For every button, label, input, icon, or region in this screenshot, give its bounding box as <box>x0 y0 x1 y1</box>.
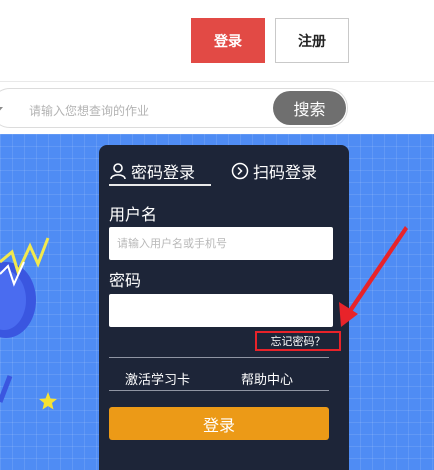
username-label: 用户名 <box>109 205 158 224</box>
login-panel: 密码登录 扫码登录 用户名 密码 忘记密码？ 激活学习卡 帮助中心 登录 <box>99 145 349 470</box>
submit-login-button[interactable]: 登录 <box>109 407 329 440</box>
activate-card-link[interactable]: 激活学习卡 <box>125 369 190 388</box>
active-tab-indicator <box>109 184 211 186</box>
user-icon <box>110 163 126 180</box>
search-bar <box>0 83 434 134</box>
search-input[interactable] <box>29 102 249 120</box>
divider-bottom <box>109 390 329 391</box>
password-label: 密码 <box>109 271 142 290</box>
tab-qr-label: 扫码登录 <box>253 163 318 182</box>
login-tabs: 密码登录 扫码登录 <box>109 155 339 187</box>
star-icon <box>39 392 57 410</box>
tab-password-label: 密码登录 <box>131 163 196 182</box>
tab-password-login[interactable]: 密码登录 <box>109 155 211 187</box>
top-header: 登录 注册 <box>0 0 434 82</box>
help-center-link[interactable]: 帮助中心 <box>241 369 293 388</box>
username-input[interactable] <box>109 227 333 260</box>
password-input[interactable] <box>109 294 333 327</box>
diagonal-stroke <box>0 375 13 403</box>
register-button[interactable]: 注册 <box>275 18 349 63</box>
forgot-password-link[interactable]: 忘记密码？ <box>255 331 341 351</box>
dropdown-caret-icon[interactable] <box>0 107 3 114</box>
search-button[interactable]: 搜索 <box>273 91 346 125</box>
chevron-circle-icon <box>231 162 249 180</box>
login-button[interactable]: 登录 <box>191 18 265 63</box>
tab-qr-login[interactable]: 扫码登录 <box>231 155 339 187</box>
divider-top <box>109 357 329 358</box>
